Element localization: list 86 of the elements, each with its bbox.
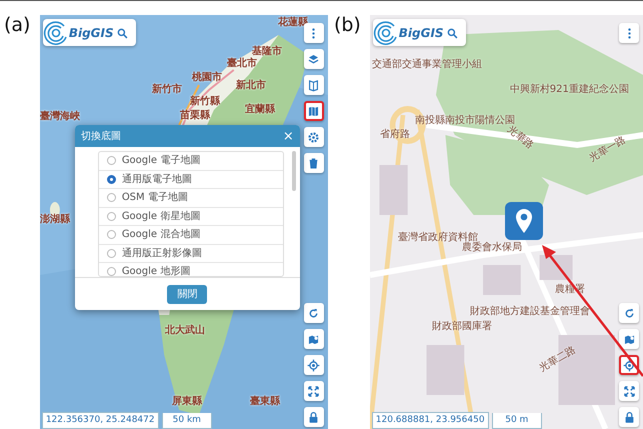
basemap-option[interactable]: Google 衛星地圖 bbox=[98, 208, 283, 226]
layers-button[interactable] bbox=[304, 49, 324, 69]
locate-icon bbox=[622, 358, 636, 372]
coordinates-display: 122.356370, 25.248472 bbox=[42, 412, 159, 429]
map-icon bbox=[307, 104, 320, 118]
refresh-icon bbox=[307, 306, 320, 320]
coordinates-display: 120.688881, 23.956450 bbox=[372, 412, 489, 429]
dialog-title: 切換底圖 bbox=[80, 130, 121, 144]
brand-name: BigGIS bbox=[398, 24, 444, 42]
trash-icon bbox=[307, 156, 320, 170]
radio-button[interactable] bbox=[106, 156, 116, 166]
option-label: 通用版電子地圖 bbox=[122, 172, 192, 187]
map-label: 北大武山 bbox=[164, 326, 205, 336]
lock-button[interactable] bbox=[619, 407, 639, 427]
map-label: 屏東縣 bbox=[172, 397, 202, 407]
lock-icon bbox=[622, 410, 636, 424]
scale-bar: 50 km bbox=[162, 412, 212, 429]
map-label: 新北市 bbox=[236, 81, 266, 91]
option-label: OSM 電子地圖 bbox=[122, 190, 188, 206]
map-pin-button[interactable] bbox=[619, 329, 639, 349]
refresh-button[interactable] bbox=[304, 303, 324, 323]
map-label: 基隆市 bbox=[252, 47, 282, 57]
map-label: 桃園市 bbox=[192, 73, 222, 83]
panel-label: (a) bbox=[4, 15, 32, 38]
option-label: 通用版正射影像圖 bbox=[122, 246, 202, 261]
map-pin-icon bbox=[307, 332, 320, 346]
map-label: 新竹市 bbox=[152, 85, 182, 95]
radio-button[interactable] bbox=[106, 267, 116, 276]
map-label: 財政部地方建設基金管理會 bbox=[470, 307, 590, 317]
settings-icon bbox=[307, 130, 320, 144]
refresh-icon bbox=[622, 306, 636, 320]
basemap-option[interactable]: Google 混合地圖 bbox=[98, 226, 283, 244]
radio-button[interactable] bbox=[106, 174, 116, 184]
panel-label: (b) bbox=[334, 15, 362, 38]
map-label: 澎湖縣 bbox=[40, 215, 70, 225]
map-label: 光華路 bbox=[505, 124, 534, 152]
map-label: 臺北市 bbox=[226, 59, 257, 69]
basemap-option[interactable]: Google 地形圖 bbox=[98, 263, 283, 277]
map-pin-icon bbox=[622, 332, 636, 346]
search-icon bbox=[116, 28, 128, 39]
fullscreen-button[interactable] bbox=[304, 381, 324, 401]
option-label: Google 電子地圖 bbox=[122, 154, 200, 168]
scrollbar bbox=[292, 151, 296, 191]
map-label: 光華一路 bbox=[588, 136, 628, 164]
logo-icon bbox=[42, 20, 69, 46]
radio-button[interactable] bbox=[106, 212, 116, 221]
fullscreen-icon bbox=[622, 384, 636, 398]
trash-button[interactable] bbox=[304, 153, 324, 173]
basemap-option[interactable]: 通用版正射影像圖 bbox=[98, 244, 283, 263]
fullscreen-button[interactable] bbox=[619, 381, 639, 401]
option-label: Google 衛星地圖 bbox=[122, 210, 200, 224]
map-label: 農委會水保局 bbox=[462, 243, 522, 253]
map-label: 臺東縣 bbox=[250, 397, 280, 407]
radio-button[interactable] bbox=[106, 193, 116, 202]
search-icon bbox=[446, 28, 458, 39]
lock-icon bbox=[307, 410, 320, 424]
layers-icon bbox=[307, 52, 320, 66]
option-label: Google 混合地圖 bbox=[122, 228, 200, 242]
locate-icon bbox=[307, 358, 320, 372]
map-pin-icon bbox=[514, 208, 534, 234]
map-label: 光華二路 bbox=[538, 346, 578, 374]
refresh-button[interactable] bbox=[619, 303, 639, 323]
close-button[interactable]: 關閉 bbox=[167, 284, 208, 304]
logo-icon bbox=[372, 20, 399, 46]
close-button[interactable]: × bbox=[282, 130, 294, 142]
basemap-option[interactable]: Google 電子地圖 bbox=[98, 152, 283, 170]
fullscreen-icon bbox=[307, 384, 320, 398]
map-label: 宜蘭縣 bbox=[244, 105, 275, 115]
locate-button[interactable] bbox=[304, 355, 324, 375]
settings-button[interactable] bbox=[304, 127, 324, 147]
brand-name: BigGIS bbox=[68, 24, 114, 42]
menu-button[interactable] bbox=[619, 23, 639, 43]
radio-button[interactable] bbox=[106, 230, 116, 240]
map-label: 交通部交通事業管理小組 bbox=[372, 60, 482, 70]
map-pin-button[interactable] bbox=[304, 329, 324, 349]
basemap-option[interactable]: OSM 電子地圖 bbox=[98, 189, 283, 208]
map-button[interactable] bbox=[304, 101, 324, 121]
map-label: 臺灣省政府資料館 bbox=[398, 233, 478, 243]
option-label: Google 地形圖 bbox=[122, 264, 190, 277]
lock-button[interactable] bbox=[304, 407, 324, 427]
basemap-option[interactable]: 通用版電子地圖 bbox=[98, 170, 283, 189]
radio-button[interactable] bbox=[106, 248, 116, 258]
map-label: 財政部國庫署 bbox=[432, 322, 492, 332]
map-label: 中興新村921重建紀念公園 bbox=[510, 85, 629, 95]
scale-bar: 50 m bbox=[492, 412, 542, 429]
map-label: 臺灣海峽 bbox=[40, 112, 80, 122]
